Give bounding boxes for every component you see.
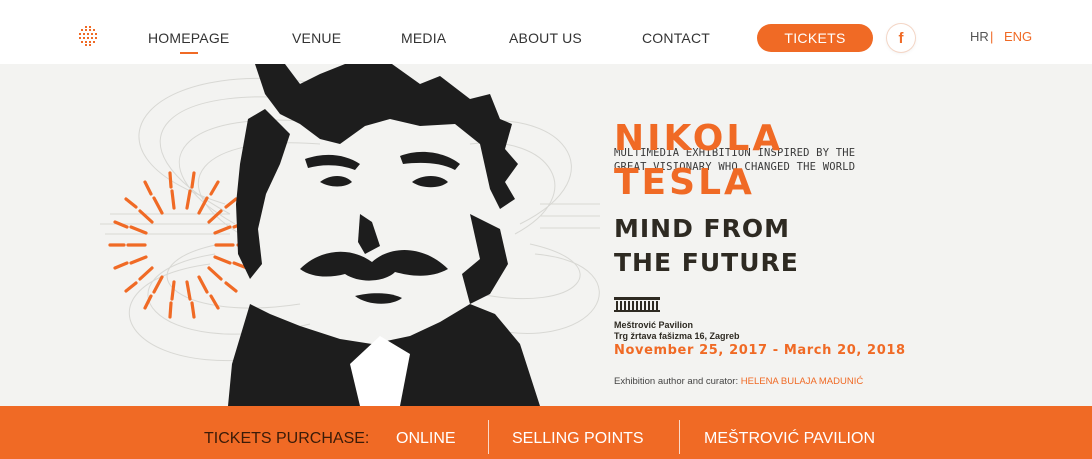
selling-points-link[interactable]: SELLING POINTS: [512, 430, 644, 448]
venue-name: Meštrović Pavilion: [614, 320, 694, 330]
nav-contact-link[interactable]: CONTACT: [642, 30, 710, 46]
language-eng-link[interactable]: ENG: [1004, 29, 1032, 44]
pavilion-icon: [614, 297, 660, 312]
nav-venue-link[interactable]: VENUE: [292, 30, 341, 46]
tesla-coil-logo-icon[interactable]: [78, 26, 98, 46]
headline-tagline-line-1: MIND FROM: [614, 214, 791, 243]
headline-last-name: TESLA: [614, 162, 755, 203]
exhibition-dates: November 25, 2017 - March 20, 2018: [614, 343, 906, 358]
curator-credit: Exhibition author and curator: HELENA BU…: [614, 376, 863, 387]
tickets-button[interactable]: TICKETS: [757, 24, 873, 52]
language-hr-link[interactable]: HR: [970, 29, 989, 44]
ticket-purchase-bar: TICKETS PURCHASE: ONLINE SELLING POINTS …: [0, 406, 1092, 459]
curator-name: HELENA BULAJA MADUNIĆ: [740, 376, 864, 387]
language-separator: |: [990, 29, 994, 44]
venue-address: Trg žrtava fašizma 16, Zagreb: [614, 331, 740, 341]
headline-first-name: NIKOLA: [614, 118, 784, 159]
headline-tagline-line-2: THE FUTURE: [614, 248, 799, 277]
hero-banner: MULTIMEDIA EXHIBITION INSPIRED BY THE GR…: [0, 64, 1092, 406]
nav-about-us-link[interactable]: ABOUT US: [509, 30, 582, 46]
mestrovic-pavilion-link[interactable]: MEŠTROVIĆ PAVILION: [704, 430, 875, 448]
top-navigation: HOMEPAGE VENUE MEDIA ABOUT US CONTACT TI…: [0, 0, 1092, 64]
bar-divider: [679, 420, 680, 454]
nav-homepage-link[interactable]: HOMEPAGE: [148, 30, 229, 54]
facebook-icon[interactable]: f: [887, 24, 915, 52]
tickets-purchase-label: TICKETS PURCHASE:: [204, 430, 370, 447]
curator-label: Exhibition author and curator:: [614, 376, 739, 387]
nav-media-link[interactable]: MEDIA: [401, 30, 446, 46]
tesla-portrait-illustration: [100, 64, 600, 406]
bar-divider: [488, 420, 489, 454]
buy-online-link[interactable]: ONLINE: [396, 430, 456, 448]
